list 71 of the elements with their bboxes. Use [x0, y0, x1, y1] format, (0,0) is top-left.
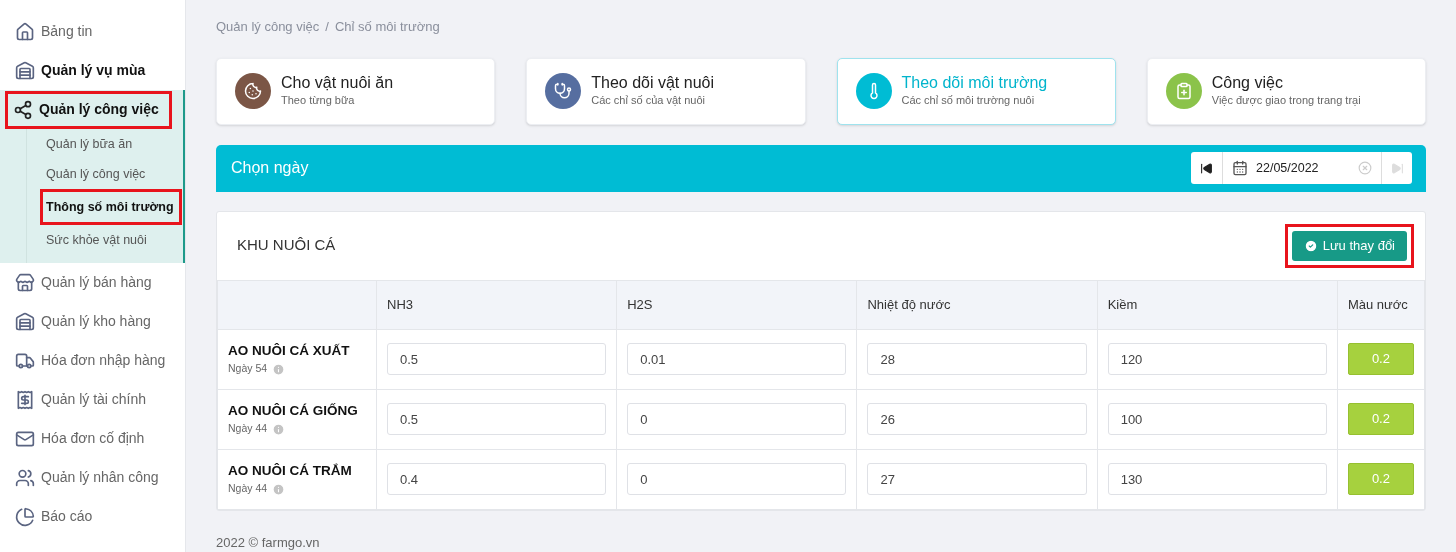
sidebar-item[interactable]: Quản lý tài chính: [0, 380, 185, 419]
card-title: Theo dõi môi trường: [901, 73, 1048, 93]
pond-day: Ngày 44: [228, 421, 268, 437]
sidebar-item[interactable]: Quản lý vụ mùa: [0, 51, 185, 90]
card-subtitle: Việc được giao trong trang trại: [1211, 93, 1361, 109]
pond-name: AO NUÔI CÁ XUẤT: [228, 342, 351, 360]
check-icon: [1303, 238, 1318, 253]
value-field[interactable]: 0.5: [387, 403, 607, 435]
sidebar-item[interactable]: Quản lý kho hàng: [0, 302, 185, 341]
submenu-item[interactable]: Sức khỏe vật nuôi: [43, 225, 150, 255]
pond-name: AO NUÔI CÁ GIỐNG: [228, 402, 359, 420]
sidebar-item[interactable]: Báo cáo: [0, 497, 185, 536]
info-icon[interactable]: [272, 362, 286, 376]
value-field[interactable]: 26: [867, 403, 1087, 435]
barn-icon: [15, 60, 35, 81]
column-header: NH3: [387, 296, 413, 312]
card-subtitle: Theo từng bữa: [281, 93, 356, 109]
card-subtitle: Các chỉ số của vật nuôi: [591, 93, 706, 109]
value-field[interactable]: 27: [867, 463, 1087, 495]
people-icon: [15, 467, 35, 488]
warehouse-icon: [15, 311, 35, 332]
value-field[interactable]: 28: [867, 343, 1087, 375]
column-header: Kiềm: [1107, 296, 1138, 312]
store-icon: [15, 272, 35, 293]
value-field[interactable]: 100: [1107, 403, 1327, 435]
value-field[interactable]: 0.01: [627, 343, 847, 375]
submenu-item[interactable]: Thông số môi trường: [43, 192, 179, 222]
skip-back-icon: [1200, 161, 1213, 175]
card-title: Theo dõi vật nuôi: [591, 73, 714, 93]
shortcut-card[interactable]: Theo dõi môi trường Các chỉ số môi trường nuôi: [836, 57, 1116, 125]
receipt-icon: [15, 389, 35, 410]
value-field[interactable]: 0: [627, 463, 847, 495]
card-title: Công việc: [1211, 73, 1284, 93]
panel-title: KHU NUÔI CÁ: [237, 235, 336, 256]
column-header: H2S: [627, 296, 653, 312]
card-title: Cho vật nuôi ăn: [281, 73, 394, 93]
value-field[interactable]: 0.4: [387, 463, 607, 495]
pond-day: Ngày 44: [228, 481, 268, 497]
date-bar-title: Chọn ngày: [231, 158, 309, 178]
skip-forward-icon: [1390, 161, 1404, 175]
card-subtitle: Các chỉ số môi trường nuôi: [901, 93, 1036, 109]
breadcrumb-separator: /: [325, 18, 329, 36]
column-header: Nhiệt độ nước: [867, 296, 951, 312]
calendar-icon: [1232, 160, 1248, 176]
value-field[interactable]: 0.5: [387, 343, 607, 375]
nodes-icon: [13, 99, 33, 120]
value-field[interactable]: 120: [1107, 343, 1327, 375]
submenu-item[interactable]: Quản lý bữa ăn: [43, 129, 136, 159]
submenu-item[interactable]: Quản lý công việc: [43, 159, 149, 189]
pond-name: AO NUÔI CÁ TRẮM: [228, 462, 353, 480]
footer-text: 2022 © farmgo.vn: [216, 533, 321, 552]
home-icon: [15, 21, 35, 42]
sidebar-item[interactable]: Hóa đơn cố định: [0, 419, 185, 458]
sidebar-item[interactable]: Quản lý nhân công: [0, 458, 185, 497]
breadcrumb-current: Chỉ số môi trường: [334, 18, 440, 36]
sidebar-item[interactable]: Quản lý bán hàng: [0, 263, 185, 302]
sidebar-item[interactable]: Hóa đơn nhập hàng: [0, 341, 185, 380]
shortcut-card[interactable]: Cho vật nuôi ăn Theo từng bữa: [216, 57, 496, 125]
column-header: Màu nước: [1347, 296, 1408, 312]
shortcut-card[interactable]: Công việc Việc được giao trong trang trại: [1146, 57, 1426, 125]
value-field[interactable]: 0: [627, 403, 847, 435]
shortcut-card[interactable]: Theo dõi vật nuôi Các chỉ số của vật nuôi: [526, 57, 806, 125]
pond-day: Ngày 54: [228, 361, 268, 377]
pie-chart-icon: [15, 506, 35, 527]
clear-icon[interactable]: [1358, 161, 1372, 175]
sidebar-item[interactable]: Bảng tin: [0, 12, 185, 51]
sidebar-item[interactable]: Quản lý công việc: [0, 90, 183, 129]
value-field[interactable]: 130: [1107, 463, 1327, 495]
info-icon[interactable]: [272, 482, 286, 496]
info-icon[interactable]: [272, 422, 286, 436]
save-button[interactable]: Lưu thay đổi: [1291, 230, 1407, 261]
